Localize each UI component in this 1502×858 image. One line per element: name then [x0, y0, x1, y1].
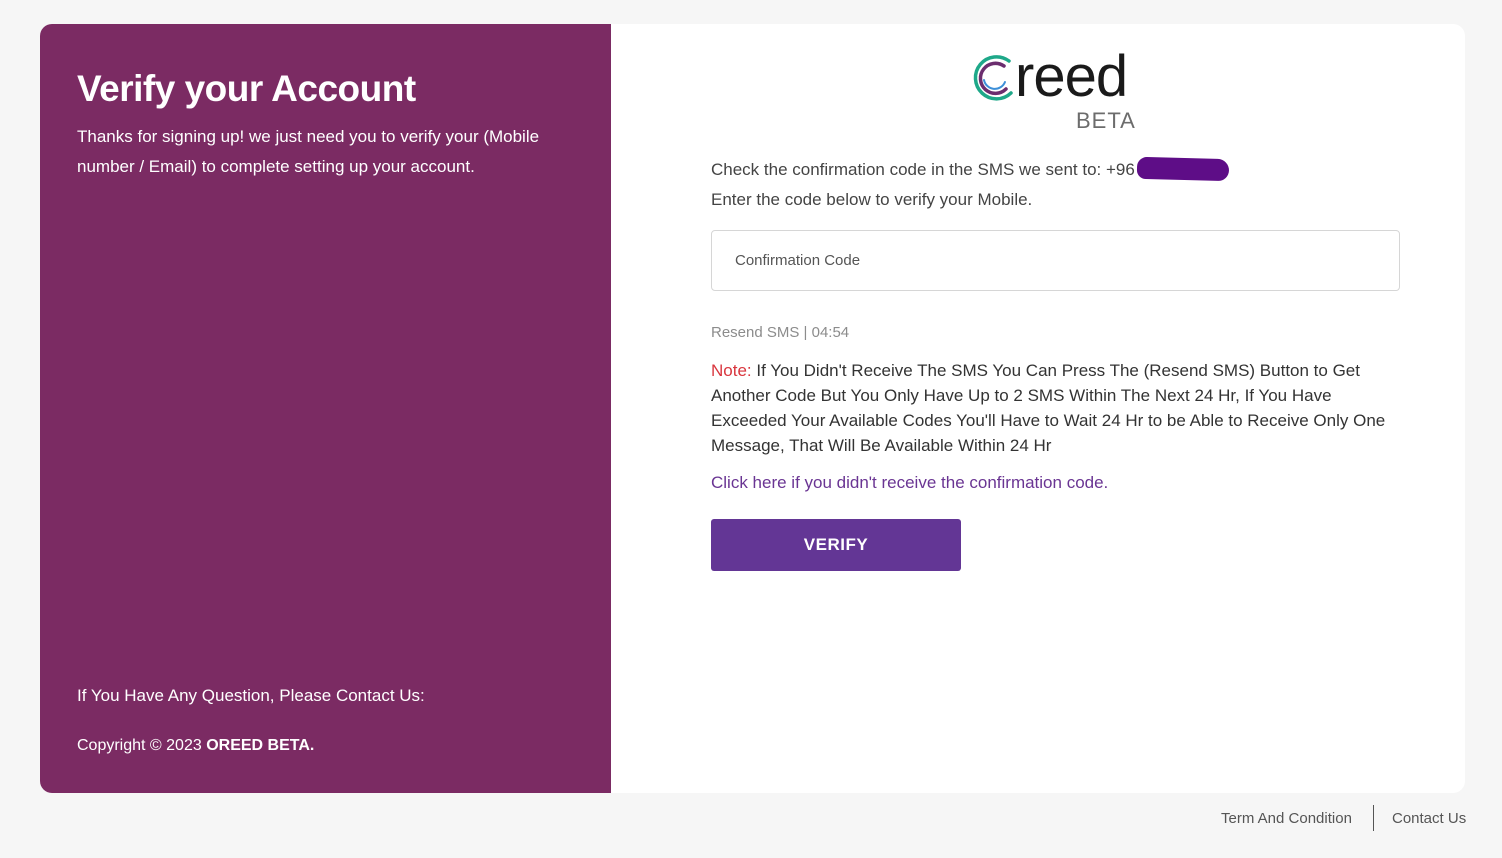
- enter-code-instruction: Enter the code below to verify your Mobi…: [711, 190, 1033, 209]
- verify-button[interactable]: VERIFY: [711, 519, 961, 571]
- redacted-phone-number: [1136, 156, 1230, 182]
- info-panel: Verify your Account Thanks for signing u…: [40, 24, 611, 793]
- note-text: If You Didn't Receive The SMS You Can Pr…: [711, 361, 1386, 455]
- page-title: Verify your Account: [77, 68, 416, 109]
- note-label: Note:: [711, 361, 752, 380]
- sms-sent-message: Check the confirmation code in the SMS w…: [711, 156, 1230, 182]
- footer-divider: [1373, 805, 1374, 831]
- oreed-logo-ring-icon: [973, 55, 1013, 101]
- intro-text: Thanks for signing up! we just need you …: [77, 127, 540, 176]
- copyright: Copyright © 2023 OREED BETA.: [77, 735, 314, 757]
- resend-sms-button[interactable]: Resend SMS | 04:54: [711, 323, 849, 343]
- copyright-brand: OREED BETA.: [206, 737, 315, 754]
- verify-form-panel: reed BETA Check the confirmation code in…: [611, 24, 1465, 793]
- contact-prompt: If You Have Any Question, Please Contact…: [77, 686, 425, 705]
- copyright-prefix: Copyright © 2023: [77, 737, 207, 754]
- oreed-logo: reed BETA: [971, 46, 1146, 134]
- contact-us-link[interactable]: Contact Us: [1392, 809, 1466, 829]
- logo-beta-badge: BETA: [1076, 108, 1136, 133]
- logo-wordmark: reed: [1015, 44, 1128, 109]
- verify-card: Verify your Account Thanks for signing u…: [40, 24, 1465, 793]
- confirmation-code-input[interactable]: [711, 230, 1400, 291]
- sms-sent-text: Check the confirmation code in the SMS w…: [711, 160, 1135, 179]
- no-code-help-link[interactable]: Click here if you didn't receive the con…: [711, 472, 1108, 494]
- resend-note: Note: If You Didn't Receive The SMS You …: [711, 358, 1406, 458]
- terms-link[interactable]: Term And Condition: [1221, 809, 1352, 829]
